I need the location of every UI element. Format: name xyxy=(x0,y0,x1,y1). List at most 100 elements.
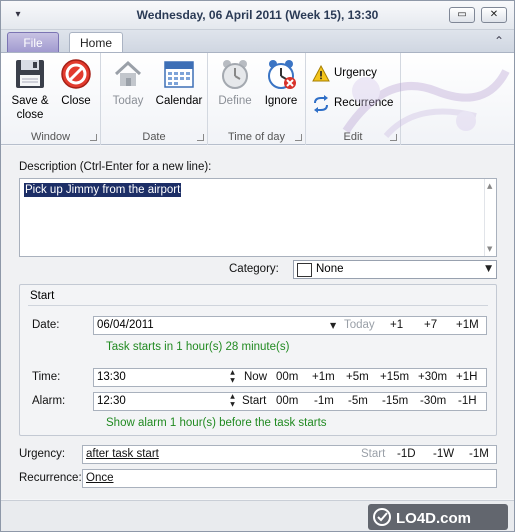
group-label-window: Window xyxy=(30,131,71,143)
time-spinner-icon[interactable]: ▲ ▼ xyxy=(228,369,237,386)
task-start-hint: Task starts in 1 hour(s) 28 minute(s) xyxy=(106,341,290,353)
time-label: Time: xyxy=(32,371,61,383)
urgency-start-button[interactable]: Start xyxy=(361,448,385,460)
time-plus-5m-button[interactable]: +5m xyxy=(346,371,369,383)
start-header: Start xyxy=(30,290,55,302)
recurrence-field[interactable]: Once xyxy=(82,469,497,488)
ribbon-tab-strip: File Home ⌃ xyxy=(1,30,514,54)
define-button[interactable]: Define xyxy=(212,55,258,108)
description-text: Pick up Jimmy from the airport xyxy=(24,183,182,197)
date-today-button[interactable]: Today xyxy=(344,319,375,331)
task-form: Description (Ctrl-Enter for a new line):… xyxy=(1,146,514,499)
close-label: Close xyxy=(61,95,91,107)
group-label-time-of-day: Time of day xyxy=(227,131,286,143)
today-button[interactable]: Today xyxy=(105,55,151,108)
alarm-minus-1m-button[interactable]: -1m xyxy=(314,395,334,407)
time-of-day-group-launcher-icon[interactable] xyxy=(295,134,302,141)
group-label-date: Date xyxy=(142,131,166,143)
recurrence-button[interactable]: Recurrence xyxy=(312,93,393,115)
calendar-button[interactable]: Calendar xyxy=(153,55,205,108)
alarm-hint: Show alarm 1 hour(s) before the task sta… xyxy=(106,417,327,429)
alarm-value: 12:30 xyxy=(97,395,126,407)
time-plus-1m-button[interactable]: +1m xyxy=(312,371,335,383)
time-value: 13:30 xyxy=(97,371,126,383)
define-label: Define xyxy=(218,95,252,107)
save-close-label: Save & close xyxy=(11,95,49,121)
urgency-button[interactable]: Urgency xyxy=(312,63,377,85)
description-input[interactable]: Pick up Jimmy from the airport ▲ ▼ xyxy=(19,178,497,257)
recurrence-ribbon-label: Recurrence xyxy=(334,97,394,109)
task-window: ▾ Wednesday, 06 April 2011 (Week 15), 13… xyxy=(0,0,515,532)
minimize-button[interactable]: ▭ xyxy=(449,7,475,23)
ignore-button[interactable]: Ignore xyxy=(258,55,304,108)
date-plus-1-button[interactable]: +1 xyxy=(390,319,403,331)
category-value: None xyxy=(316,263,344,275)
ribbon-group-edit: Urgency Recurrence Edit xyxy=(306,53,401,145)
recurrence-arrows-icon xyxy=(314,95,328,113)
alarm-00m-button[interactable]: 00m xyxy=(276,395,298,407)
ribbon-group-window: Save & close Close Window xyxy=(1,53,101,145)
alarm-minus-30m-button[interactable]: -30m xyxy=(420,395,446,407)
time-plus-15m-button[interactable]: +15m xyxy=(380,371,409,383)
time-plus-30m-button[interactable]: +30m xyxy=(418,371,447,383)
ribbon-group-date: Today Calendar Date xyxy=(101,53,208,145)
alarm-clock-icon xyxy=(222,60,248,89)
close-window-button[interactable]: ✕ xyxy=(481,7,507,23)
alarm-minus-5m-button[interactable]: -5m xyxy=(348,395,368,407)
urgency-ribbon-label: Urgency xyxy=(334,67,377,79)
window-title: Wednesday, 06 April 2011 (Week 15), 13:3… xyxy=(136,8,379,22)
today-label: Today xyxy=(112,95,144,107)
status-bar: LO4D.com xyxy=(1,500,514,531)
category-color-swatch xyxy=(297,263,312,277)
time-00m-button[interactable]: 00m xyxy=(276,371,298,383)
ignore-label: Ignore xyxy=(264,95,298,107)
alarm-field[interactable]: 12:30 ▲ ▼ Start 00m -1m -5m -15m -30m -1H xyxy=(93,392,487,411)
edit-group-launcher-icon[interactable] xyxy=(390,134,397,141)
urgency-label: Urgency: xyxy=(19,448,66,460)
recurrence-value[interactable]: Once xyxy=(86,472,114,484)
time-field[interactable]: 13:30 ▲ ▼ Now 00m +1m +5m +15m +30m +1H xyxy=(93,368,487,387)
alarm-label: Alarm: xyxy=(32,395,66,407)
recurrence-label: Recurrence: xyxy=(19,472,82,484)
urgency-value[interactable]: after task start xyxy=(86,448,159,460)
warning-icon xyxy=(312,65,330,82)
category-label: Category: xyxy=(229,263,279,275)
urgency-minus-1w-button[interactable]: -1W xyxy=(433,448,454,460)
date-group-launcher-icon[interactable] xyxy=(197,134,204,141)
tab-file[interactable]: File xyxy=(7,32,59,53)
alarm-minus-1h-button[interactable]: -1H xyxy=(458,395,477,407)
category-select[interactable]: None ▼ xyxy=(293,260,497,279)
tab-home[interactable]: Home xyxy=(69,32,123,54)
date-dropdown-icon[interactable]: ▼ xyxy=(330,321,336,330)
description-label: Description (Ctrl-Enter for a new line): xyxy=(19,161,212,173)
urgency-minus-1m-button[interactable]: -1M xyxy=(469,448,489,460)
time-now-button[interactable]: Now xyxy=(244,371,267,383)
calendar-label: Calendar xyxy=(155,95,203,107)
collapse-ribbon-icon[interactable]: ⌃ xyxy=(494,34,504,48)
urgency-field[interactable]: after task start Start -1D -1W -1M xyxy=(82,445,497,464)
date-plus-7-button[interactable]: +7 xyxy=(424,319,437,331)
alarm-clock-ignore-icon xyxy=(268,60,296,89)
ribbon-group-time-of-day: Define Ignore Time of day xyxy=(208,53,306,145)
description-scrollbar[interactable]: ▲ ▼ xyxy=(484,179,496,256)
close-circle-icon xyxy=(61,59,91,89)
group-label-edit: Edit xyxy=(343,131,363,143)
window-group-launcher-icon[interactable] xyxy=(90,134,97,141)
chevron-down-icon: ▼ xyxy=(485,264,492,274)
date-plus-1m-button[interactable]: +1M xyxy=(456,319,479,331)
close-button[interactable]: Close xyxy=(55,55,97,108)
date-value: 06/04/2011 xyxy=(97,319,154,331)
time-plus-1h-button[interactable]: +1H xyxy=(456,371,477,383)
alarm-spinner-icon[interactable]: ▲ ▼ xyxy=(228,393,237,410)
alarm-start-button[interactable]: Start xyxy=(242,395,266,407)
calendar-icon xyxy=(164,61,194,88)
save-close-button[interactable]: Save & close xyxy=(5,55,55,122)
ribbon: Save & close Close Window Today Calendar… xyxy=(1,52,514,145)
home-icon xyxy=(114,60,142,86)
alarm-minus-15m-button[interactable]: -15m xyxy=(382,395,408,407)
watermark-text: LO4D.com xyxy=(396,510,471,527)
title-bar: ▾ Wednesday, 06 April 2011 (Week 15), 13… xyxy=(1,1,514,30)
date-field[interactable]: 06/04/2011 ▼ Today +1 +7 +1M xyxy=(93,316,487,335)
floppy-disk-icon xyxy=(16,60,44,88)
urgency-minus-1d-button[interactable]: -1D xyxy=(397,448,416,460)
